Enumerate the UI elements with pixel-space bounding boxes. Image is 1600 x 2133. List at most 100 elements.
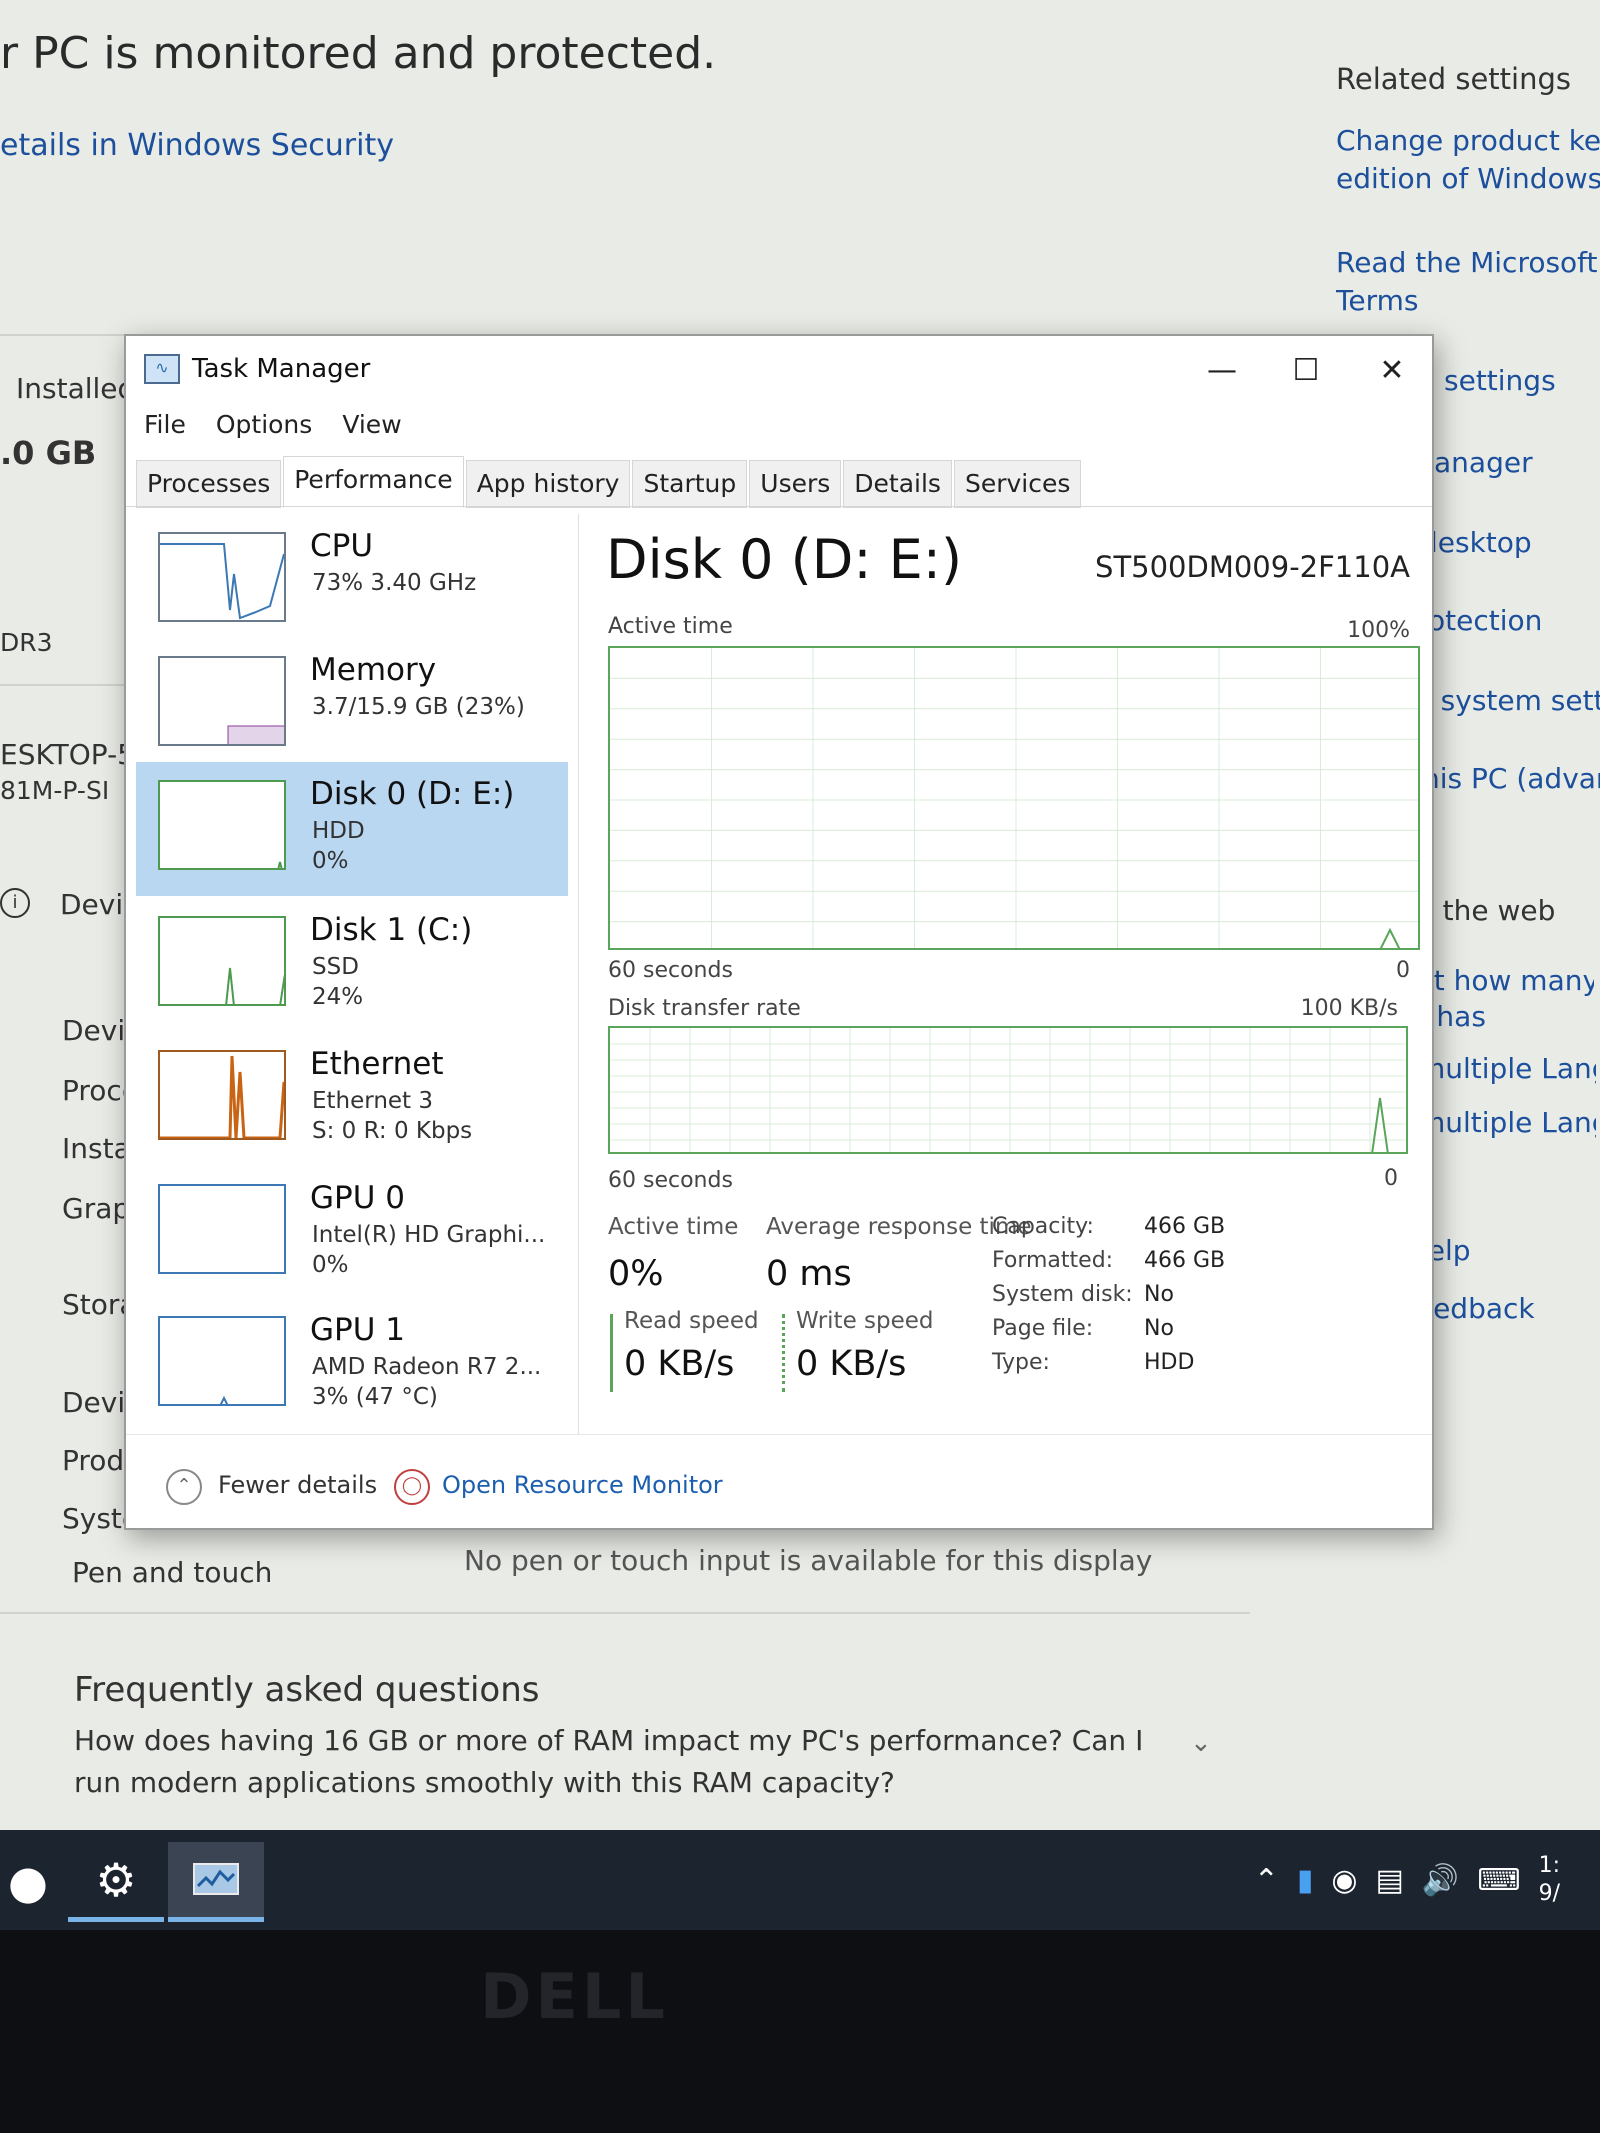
sidebar-item-cpu[interactable]: CPU 73% 3.40 GHz	[136, 514, 568, 644]
volume-icon[interactable]: 🔊	[1422, 1863, 1459, 1898]
defender-icon[interactable]: ▮	[1297, 1863, 1314, 1898]
sidebar-item-gpu0[interactable]: GPU 0 Intel(R) HD Graphi... 0%	[136, 1166, 568, 1296]
avg-response-value: 0 ms	[766, 1254, 852, 1294]
write-speed-bar	[782, 1314, 785, 1392]
open-resource-monitor-link[interactable]: Open Resource Monitor	[442, 1471, 723, 1499]
write-speed-label: Write speed	[796, 1308, 934, 1334]
menu-file[interactable]: File	[144, 410, 186, 439]
browser-icon[interactable]: ●	[0, 1842, 76, 1922]
chevron-up-icon[interactable]: ⌃	[166, 1469, 202, 1505]
maximize-icon[interactable]: ☐	[1266, 346, 1346, 396]
device-icon[interactable]: ◉	[1331, 1863, 1357, 1898]
cpu-mini-graph	[158, 532, 286, 622]
right-link-10[interactable]: multiple Langu	[1418, 1052, 1596, 1085]
menu-options[interactable]: Options	[216, 410, 312, 439]
sidebar-item-memory[interactable]: Memory 3.7/15.9 GB (23%)	[136, 638, 568, 768]
change-product-key-link-line2[interactable]: edition of Windows	[1336, 160, 1600, 198]
task-manager-window[interactable]: ∿ Task Manager — ☐ ✕ File Options View P…	[124, 334, 1434, 1530]
tab-startup[interactable]: Startup	[632, 460, 748, 508]
get-help-link[interactable]: help	[1410, 1234, 1588, 1267]
right-link-8[interactable]: ut how many co	[1416, 964, 1594, 997]
clock-date[interactable]: 9/	[1539, 1880, 1560, 1908]
minimize-icon[interactable]: —	[1182, 346, 1262, 396]
faq-question[interactable]: How does having 16 GB or more of RAM imp…	[74, 1720, 1194, 1804]
tab-processes[interactable]: Processes	[136, 460, 282, 508]
read-speed-bar	[610, 1314, 613, 1392]
system-tray: ⌃ ▮ ◉ ▤ 🔊 ⌨ 1: 9/	[1254, 1852, 1560, 1908]
windows-security-link[interactable]: etails in Windows Security	[0, 128, 394, 163]
gpu1-mini-graph	[158, 1316, 286, 1406]
sidebar-item-detail: SSD	[312, 954, 359, 980]
memory-mini-graph	[158, 656, 286, 746]
right-link-9[interactable]: r has	[1416, 1000, 1594, 1033]
network-icon[interactable]: ▤	[1376, 1863, 1404, 1898]
menu-view[interactable]: View	[342, 410, 401, 439]
sidebar-item-detail: 73% 3.40 GHz	[312, 570, 477, 596]
right-link-7: n the web	[1416, 894, 1556, 927]
transfer-rate-graph-label: Disk transfer rate	[608, 996, 801, 1021]
right-link-2[interactable]: anager	[1434, 446, 1600, 479]
clock-time[interactable]: 1:	[1539, 1852, 1560, 1880]
tab-users[interactable]: Users	[749, 460, 842, 508]
close-icon[interactable]: ✕	[1352, 346, 1432, 396]
software-terms-link[interactable]: Read the Microsoft So	[1336, 244, 1600, 282]
chevron-down-icon[interactable]: ⌄	[1190, 1728, 1212, 1758]
tab-services[interactable]: Services	[953, 460, 1082, 508]
active-time-graph-label: Active time	[608, 614, 733, 639]
prop-page-file-value: No	[1144, 1316, 1174, 1341]
prop-system-disk-value: No	[1144, 1282, 1174, 1307]
sidebar-item-detail: 3.7/15.9 GB (23%)	[312, 694, 525, 720]
installed-ram-label: Installed	[16, 372, 136, 405]
title-bar[interactable]: ∿ Task Manager — ☐ ✕	[126, 336, 1432, 408]
right-link-1[interactable]: settings	[1444, 364, 1600, 397]
software-terms-link-line2[interactable]: Terms	[1336, 282, 1600, 320]
sidebar-item-disk0[interactable]: Disk 0 (D: E:) HDD 0%	[136, 762, 568, 896]
sidebar-item-label: GPU 0	[310, 1180, 405, 1216]
menu-bar: File Options View	[144, 410, 402, 439]
prop-type-label: Type:	[992, 1350, 1050, 1375]
sidebar-item-gpu1[interactable]: GPU 1 AMD Radeon R7 2... 3% (47 °C)	[136, 1298, 568, 1428]
sidebar-item-usage: 3% (47 °C)	[312, 1384, 438, 1410]
right-link-6[interactable]: his PC (advanc	[1422, 762, 1600, 795]
taskbar: ● ⚙ ⌃ ▮ ◉ ▤ 🔊 ⌨ 1: 9/	[0, 1830, 1600, 1930]
active-time-stat-label: Active time	[608, 1214, 739, 1240]
window-footer: ⌃ Fewer details ◯ Open Resource Monitor	[126, 1434, 1432, 1530]
board-value: 81M-P-SI	[0, 776, 110, 805]
sidebar-item-ethernet[interactable]: Ethernet Ethernet 3 S: 0 R: 0 Kbps	[136, 1032, 568, 1162]
active-time-graph-max: 100%	[1347, 618, 1410, 643]
tab-details[interactable]: Details	[843, 460, 952, 508]
right-link-11[interactable]: multiple Langu	[1418, 1106, 1596, 1139]
chevron-up-icon[interactable]: ⌃	[1254, 1863, 1279, 1898]
sidebar-item-detail: Ethernet 3	[312, 1088, 434, 1114]
info-icon: i	[0, 888, 30, 918]
right-link-5[interactable]: l system settin	[1424, 684, 1600, 717]
right-link-3[interactable]: lesktop	[1430, 526, 1600, 559]
sidebar-item-label: CPU	[310, 528, 374, 564]
disk-detail-panel: Disk 0 (D: E:) ST500DM009-2F110A Active …	[592, 514, 1422, 1434]
resource-monitor-icon[interactable]: ◯	[394, 1469, 430, 1505]
gpu0-mini-graph	[158, 1184, 286, 1274]
prop-capacity-value: 466 GB	[1144, 1214, 1226, 1239]
sidebar-item-detail: Intel(R) HD Graphi...	[312, 1222, 546, 1248]
task-manager-icon[interactable]	[168, 1842, 264, 1922]
tab-app-history[interactable]: App history	[465, 460, 631, 508]
write-speed-value: 0 KB/s	[796, 1344, 907, 1384]
active-time-stat-value: 0%	[608, 1254, 664, 1294]
disk0-mini-graph	[158, 780, 286, 870]
sidebar-item-disk1[interactable]: Disk 1 (C:) SSD 24%	[136, 898, 568, 1028]
settings-gear-icon[interactable]: ⚙	[68, 1842, 164, 1922]
change-product-key-link[interactable]: Change product key o	[1336, 122, 1600, 160]
sidebar-item-label: Disk 0 (D: E:)	[310, 776, 515, 812]
pen-touch-label: Pen and touch	[72, 1556, 273, 1589]
sidebar-item-detail: AMD Radeon R7 2...	[312, 1354, 542, 1380]
fewer-details-button[interactable]: Fewer details	[218, 1471, 377, 1499]
right-link-4[interactable]: otection	[1428, 604, 1600, 637]
protection-status-heading: r PC is monitored and protected.	[0, 28, 717, 79]
monitor-bezel	[0, 1930, 1600, 2133]
graph2-zero: 0	[1384, 1166, 1398, 1191]
graph1-time-span: 60 seconds	[608, 958, 733, 983]
sidebar-item-label: Disk 1 (C:)	[310, 912, 473, 948]
keyboard-icon[interactable]: ⌨	[1477, 1863, 1520, 1898]
disk-title: Disk 0 (D: E:)	[606, 528, 963, 591]
tab-performance[interactable]: Performance	[283, 456, 464, 508]
